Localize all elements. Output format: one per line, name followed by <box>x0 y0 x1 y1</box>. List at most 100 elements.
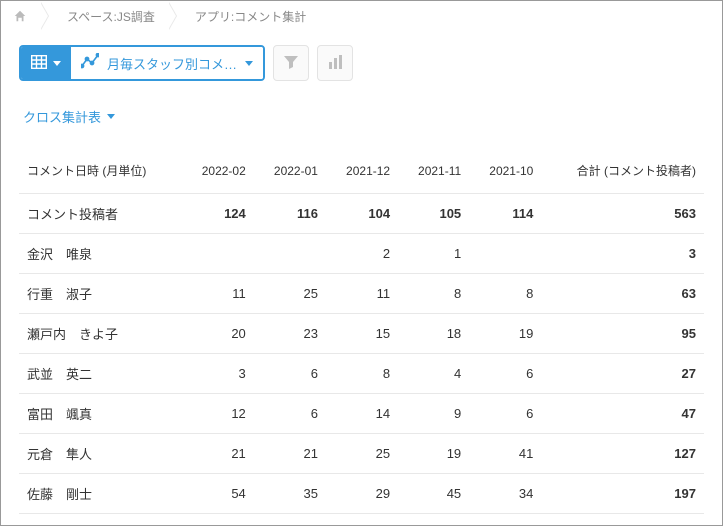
row-total: 563 <box>541 194 704 234</box>
cell: 6 <box>254 394 326 434</box>
cell <box>254 234 326 274</box>
row-label: コメント投稿者 <box>19 194 182 234</box>
cell: 45 <box>398 474 469 514</box>
row-label: 佐藤 剛士 <box>19 474 182 514</box>
cell: 23 <box>254 314 326 354</box>
cell: 3 <box>182 354 254 394</box>
cell: 18 <box>398 314 469 354</box>
crosstab-label: クロス集計表 <box>23 107 101 126</box>
cell: 14 <box>326 394 398 434</box>
cell: 114 <box>469 194 541 234</box>
cell: 6 <box>469 354 541 394</box>
table-row: 中澄 幸治314 <box>19 514 704 526</box>
cell: 124 <box>182 194 254 234</box>
col-header: 2021-11 <box>398 148 469 194</box>
breadcrumb-app-prefix: アプリ: <box>195 8 234 25</box>
table-row: 富田 颯真126149647 <box>19 394 704 434</box>
cell: 6 <box>469 394 541 434</box>
row-total: 4 <box>541 514 704 526</box>
table-row: 佐藤 剛士5435294534197 <box>19 474 704 514</box>
row-total: 95 <box>541 314 704 354</box>
row-total: 127 <box>541 434 704 474</box>
cell: 29 <box>326 474 398 514</box>
caret-down-icon <box>53 61 61 66</box>
crosstab-dropdown[interactable]: クロス集計表 <box>23 107 115 126</box>
cell: 2 <box>326 234 398 274</box>
table-row: 武並 英二3684627 <box>19 354 704 394</box>
cell <box>182 234 254 274</box>
cell: 12 <box>182 394 254 434</box>
cell: 20 <box>182 314 254 354</box>
funnel-icon <box>283 54 299 73</box>
caret-down-icon <box>245 61 253 66</box>
col-header-row-label: コメント日時 (月単位) <box>19 148 182 194</box>
cell <box>469 514 541 526</box>
view-selector: 月毎スタッフ別コメ… <box>19 45 265 81</box>
caret-down-icon <box>107 114 115 119</box>
filter-button[interactable] <box>273 45 309 81</box>
summary-row: コメント投稿者124116104105114563 <box>19 194 704 234</box>
cell: 6 <box>254 354 326 394</box>
view-type-button[interactable] <box>21 47 71 79</box>
breadcrumb: スペース: JS調査 アプリ: コメント集計 <box>1 1 722 31</box>
row-label: 瀬戸内 きよ子 <box>19 314 182 354</box>
cell: 25 <box>326 434 398 474</box>
cell: 11 <box>326 274 398 314</box>
cell: 11 <box>182 274 254 314</box>
view-name-dropdown[interactable]: 月毎スタッフ別コメ… <box>71 47 263 79</box>
breadcrumb-home[interactable] <box>7 2 41 30</box>
row-total: 3 <box>541 234 704 274</box>
breadcrumb-app-name: コメント集計 <box>234 8 306 25</box>
row-total: 47 <box>541 394 704 434</box>
table-row: 瀬戸内 きよ子202315181995 <box>19 314 704 354</box>
cell: 105 <box>398 194 469 234</box>
cell: 25 <box>254 274 326 314</box>
row-label: 元倉 隼人 <box>19 434 182 474</box>
view-name-label: 月毎スタッフ別コメ… <box>107 54 237 73</box>
breadcrumb-app[interactable]: アプリ: コメント集計 <box>177 2 320 30</box>
row-total: 63 <box>541 274 704 314</box>
cell: 104 <box>326 194 398 234</box>
cell: 35 <box>254 474 326 514</box>
row-total: 197 <box>541 474 704 514</box>
graph-icon <box>81 53 99 74</box>
col-header: 2022-01 <box>254 148 326 194</box>
col-header: 2021-12 <box>326 148 398 194</box>
cell: 54 <box>182 474 254 514</box>
row-label: 金沢 唯泉 <box>19 234 182 274</box>
cell: 21 <box>254 434 326 474</box>
breadcrumb-space[interactable]: スペース: JS調査 <box>49 2 169 30</box>
cell: 34 <box>469 474 541 514</box>
cell <box>326 514 398 526</box>
crosstab-table-wrap: コメント日時 (月単位)2022-022022-012021-122021-11… <box>1 132 722 525</box>
table-row: 行重 淑子1125118863 <box>19 274 704 314</box>
cell: 9 <box>398 394 469 434</box>
cell: 116 <box>254 194 326 234</box>
row-total: 27 <box>541 354 704 394</box>
cell <box>469 234 541 274</box>
cell: 1 <box>398 514 469 526</box>
table-icon <box>31 55 47 72</box>
breadcrumb-space-name: JS調査 <box>117 8 155 25</box>
row-label: 富田 颯真 <box>19 394 182 434</box>
bar-chart-icon <box>327 54 343 73</box>
home-icon <box>13 9 27 23</box>
cell: 15 <box>326 314 398 354</box>
table-row: 元倉 隼人2121251941127 <box>19 434 704 474</box>
cell <box>254 514 326 526</box>
cell: 8 <box>469 274 541 314</box>
toolbar: 月毎スタッフ別コメ… <box>1 31 722 89</box>
crosstab-row: クロス集計表 <box>1 89 722 132</box>
breadcrumb-space-prefix: スペース: <box>67 8 117 25</box>
cell: 8 <box>326 354 398 394</box>
cell: 4 <box>398 354 469 394</box>
crosstab-table: コメント日時 (月単位)2022-022022-012021-122021-11… <box>19 148 704 525</box>
cell: 21 <box>182 434 254 474</box>
cell: 19 <box>398 434 469 474</box>
row-label: 武並 英二 <box>19 354 182 394</box>
col-header: 2021-10 <box>469 148 541 194</box>
row-label: 中澄 幸治 <box>19 514 182 526</box>
cell: 41 <box>469 434 541 474</box>
cell: 1 <box>398 234 469 274</box>
chart-button[interactable] <box>317 45 353 81</box>
